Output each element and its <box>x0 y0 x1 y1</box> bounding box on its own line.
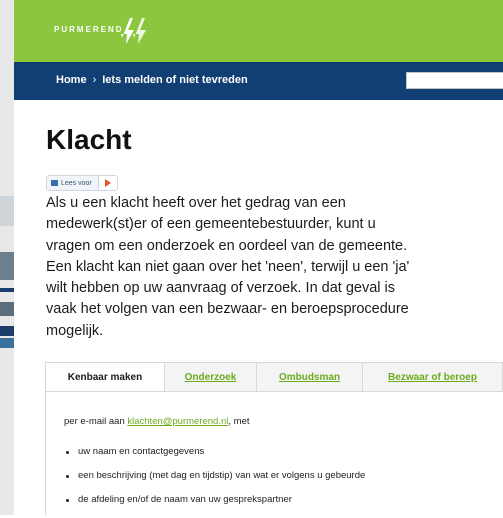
adjacent-page-bar <box>0 338 14 348</box>
adjacent-page-image <box>0 302 14 316</box>
tab-onderzoek[interactable]: Onderzoek <box>165 362 257 392</box>
adjacent-page-bar <box>0 326 14 336</box>
speaker-icon <box>51 180 58 186</box>
play-button[interactable] <box>97 176 117 190</box>
search-input[interactable] <box>406 72 503 89</box>
intro-line: wilt hebben op uw aanvraag of verzoek. I… <box>46 280 396 297</box>
purmerend-logo-icon[interactable] <box>118 16 152 46</box>
site-header: PURMEREND <box>14 0 503 62</box>
adjacent-page-image <box>0 252 14 280</box>
requirements-list: uw naam en contactgegevens een beschrijv… <box>64 446 365 518</box>
email-prefix: per e-mail aan <box>64 416 128 427</box>
bullet-icon <box>66 499 69 502</box>
tab-bezwaar-of-beroep[interactable]: Bezwaar of beroep <box>363 362 503 392</box>
list-item: een beschrijving (met dag en tijdstip) v… <box>64 470 365 494</box>
email-instruction: per e-mail aan klachten@purmerend.nl, me… <box>64 416 250 427</box>
intro-line: mogelijk. <box>46 322 104 339</box>
bullet-icon <box>66 451 69 454</box>
play-icon <box>104 179 111 187</box>
tab-kenbaar-maken[interactable]: Kenbaar maken <box>45 362 165 392</box>
main-navigation-bar: Home › Iets melden of niet tevreden <box>14 62 503 100</box>
list-item: de afdeling en/of de naam van uw gesprek… <box>64 494 365 518</box>
email-suffix: , met <box>228 416 250 427</box>
list-item-text: uw naam en contactgegevens <box>78 446 205 457</box>
intro-line: Als u een klacht heeft over het gedrag v… <box>46 195 346 211</box>
page: PURMEREND Home › Iets melden of niet tev… <box>14 0 503 515</box>
email-link[interactable]: klachten@purmerend.nl <box>127 416 228 427</box>
tab-panel-kenbaar-maken: per e-mail aan klachten@purmerend.nl, me… <box>45 391 503 515</box>
breadcrumb: Home › Iets melden of niet tevreden <box>56 74 248 86</box>
list-item: uw naam en contactgegevens <box>64 446 365 470</box>
intro-line: vragen om een onderzoek en oordeel van d… <box>46 237 408 254</box>
page-title: Klacht <box>46 124 132 155</box>
breadcrumb-separator: › <box>92 74 97 86</box>
intro-line: vaak het volgen van een bezwaar- en bero… <box>46 301 409 318</box>
adjacent-page-edge <box>0 0 14 515</box>
readspeaker-label: Lees voor <box>61 179 92 187</box>
breadcrumb-current-link[interactable]: Iets melden of niet tevreden <box>102 74 247 86</box>
site-logo-text[interactable]: PURMEREND <box>54 25 124 34</box>
bullet-icon <box>66 475 69 478</box>
adjacent-page-thumbnail <box>0 196 14 226</box>
list-item-text: de afdeling en/of de naam van uw gesprek… <box>78 494 292 505</box>
intro-paragraph: Als u een klacht heeft over het gedrag v… <box>46 193 491 342</box>
list-item-text: een beschrijving (met dag en tijdstip) v… <box>78 470 366 481</box>
intro-line: Een klacht kan niet gaan over het 'neen'… <box>46 258 410 275</box>
tab-bar: Kenbaar maken Onderzoek Ombudsman Bezwaa… <box>45 362 503 392</box>
tab-ombudsman[interactable]: Ombudsman <box>257 362 363 392</box>
adjacent-page-bar <box>0 288 14 292</box>
intro-line: medewerk(st)er of een gemeentebestuurder… <box>46 216 376 233</box>
readspeaker-button[interactable]: Lees voor <box>46 175 118 191</box>
breadcrumb-home-link[interactable]: Home <box>56 74 87 86</box>
